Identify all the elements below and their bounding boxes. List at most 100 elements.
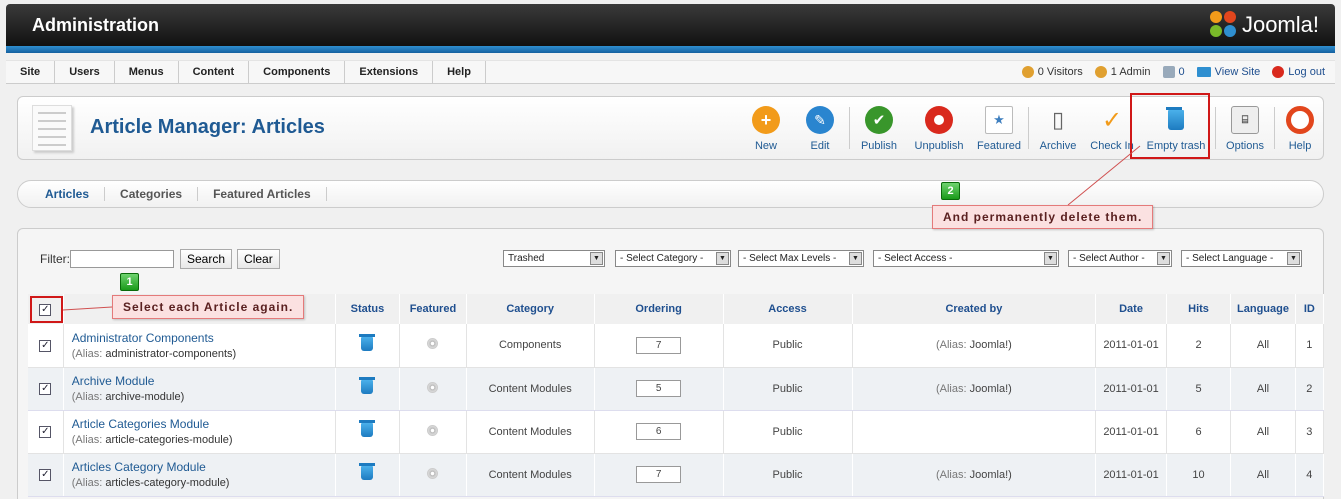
title-cell: Administrator Components (Alias: adminis… [63,324,336,368]
featured-toggle-icon[interactable] [427,467,439,479]
column-featured[interactable]: Featured [399,294,467,324]
column-ordering[interactable]: Ordering [594,294,724,324]
menu-content[interactable]: Content [179,61,250,83]
access-cell: Public [723,324,853,368]
category-cell: Components [466,324,595,368]
trash-icon[interactable] [359,420,376,437]
select-access[interactable]: - Select Access - ▼ [873,250,1059,267]
tab-categories[interactable]: Categories [105,187,199,201]
filter-search-input[interactable] [70,250,174,268]
tab-articles[interactable]: Articles [30,187,106,201]
featured-cell [399,453,467,497]
row-checkbox[interactable]: ✓ [39,383,52,395]
toolbar-buttons: + New ✎ Edit ✔ Publish Unpublish ★ Featu… [739,97,1323,159]
menu-components[interactable]: Components [249,61,346,83]
help-button[interactable]: Help [1277,97,1323,159]
submenu-tabs: Articles Categories Featured Articles [17,180,1324,208]
column-hits[interactable]: Hits [1166,294,1232,324]
column-category[interactable]: Category [466,294,595,324]
archive-button[interactable]: ▯ Archive [1031,97,1085,159]
logout-icon [1272,66,1285,78]
lifebuoy-icon [1286,106,1314,134]
new-button[interactable]: + New [739,97,793,159]
users-icon [1021,66,1034,78]
chevron-down-icon: ▼ [849,252,862,265]
select-language[interactable]: - Select Language - ▼ [1181,250,1302,267]
ordering-input[interactable]: 7 [636,466,682,483]
ordering-input[interactable]: 5 [636,380,682,397]
toolbar-divider [1215,107,1216,149]
toolbar-divider [849,107,850,149]
select-state[interactable]: Trashed ▼ [503,250,605,267]
featured-toggle-icon[interactable] [427,424,439,436]
articles-panel: Filter: Search Clear Trashed ▼ - Select C… [17,228,1325,499]
toolbar-divider [1028,107,1029,149]
chevron-down-icon: ▼ [1044,252,1057,265]
search-button[interactable]: Search [180,249,233,269]
clear-button[interactable]: Clear [237,249,280,269]
tab-featured-articles[interactable]: Featured Articles [198,187,327,201]
featured-toggle-icon[interactable] [427,338,439,350]
id-cell: 3 [1295,410,1325,454]
column-status[interactable]: Status [335,294,401,324]
status-cell [335,453,401,497]
column-id[interactable]: ID [1295,294,1325,324]
trash-icon[interactable] [359,377,376,394]
article-title-link[interactable]: Archive Module [72,374,335,388]
menu-help[interactable]: Help [433,61,486,83]
ordering-input[interactable]: 6 [636,423,682,440]
column-access[interactable]: Access [723,294,853,324]
article-alias: (Alias: article-categories-module) [71,434,233,446]
created-by-cell: (Alias: Joomla!) [852,324,1097,368]
row-checkbox[interactable]: ✓ [39,426,52,438]
logout-link[interactable]: Log out [1272,66,1325,78]
ordering-input[interactable]: 7 [636,336,682,354]
joomla-logo[interactable]: Joomla! [1209,11,1319,39]
select-category[interactable]: - Select Category - ▼ [615,250,731,267]
row-select-cell: ✓ [28,410,64,454]
view-site-link[interactable]: View Site [1196,66,1260,78]
menu-menus[interactable]: Menus [115,61,179,83]
step-2-callout: And permanently delete them. [932,205,1154,229]
unpublish-button[interactable]: Unpublish [906,97,972,159]
publish-button[interactable]: ✔ Publish [852,97,906,159]
edit-button[interactable]: ✎ Edit [793,97,847,159]
options-button[interactable]: ⌸ Options [1218,97,1272,159]
checkmark-icon: ✓ [1101,106,1123,134]
ordering-cell: 7 [594,324,724,368]
trash-icon[interactable] [359,463,376,480]
category-cell: Content Modules [466,410,595,454]
article-title-link[interactable]: Articles Category Module [72,460,335,474]
articles-table: ✓ Title Status Featured Category Orderin… [28,294,1325,497]
id-cell: 1 [1295,324,1325,368]
menu-site[interactable]: Site [6,61,56,83]
table-row: ✓ Article Categories Module (Alias: arti… [28,410,1325,454]
select-max-levels[interactable]: - Select Max Levels - ▼ [738,250,864,267]
column-date[interactable]: Date [1095,294,1167,324]
article-title-link[interactable]: Administrator Components [72,331,335,345]
article-title-link[interactable]: Article Categories Module [72,417,335,431]
row-checkbox[interactable]: ✓ [39,339,52,352]
column-created-by[interactable]: Created by [852,294,1097,324]
featured-button[interactable]: ★ Featured [972,97,1026,159]
hits-cell: 6 [1166,410,1232,454]
header-accent-bar [6,46,1335,53]
menu-users[interactable]: Users [55,61,115,83]
messages-status[interactable]: 0 [1162,66,1185,78]
access-cell: Public [723,453,853,497]
menu-extensions[interactable]: Extensions [345,61,434,83]
article-manager-icon [32,105,72,151]
title-cell: Archive Module (Alias: archive-module) [63,367,336,411]
title-cell: Article Categories Module (Alias: articl… [63,410,336,454]
admins-status: 1 Admin [1094,66,1151,78]
featured-toggle-icon[interactable] [427,381,439,393]
ordering-cell: 6 [594,410,724,454]
status-cell [335,367,401,411]
trash-icon[interactable] [359,333,376,351]
row-checkbox[interactable]: ✓ [39,469,52,481]
step-2-marker: 2 [941,182,960,200]
article-alias: (Alias: archive-module) [71,391,185,403]
column-language[interactable]: Language [1230,294,1296,324]
admin-header: Administration Joomla! [6,4,1335,46]
select-author[interactable]: - Select Author - ▼ [1068,250,1172,267]
